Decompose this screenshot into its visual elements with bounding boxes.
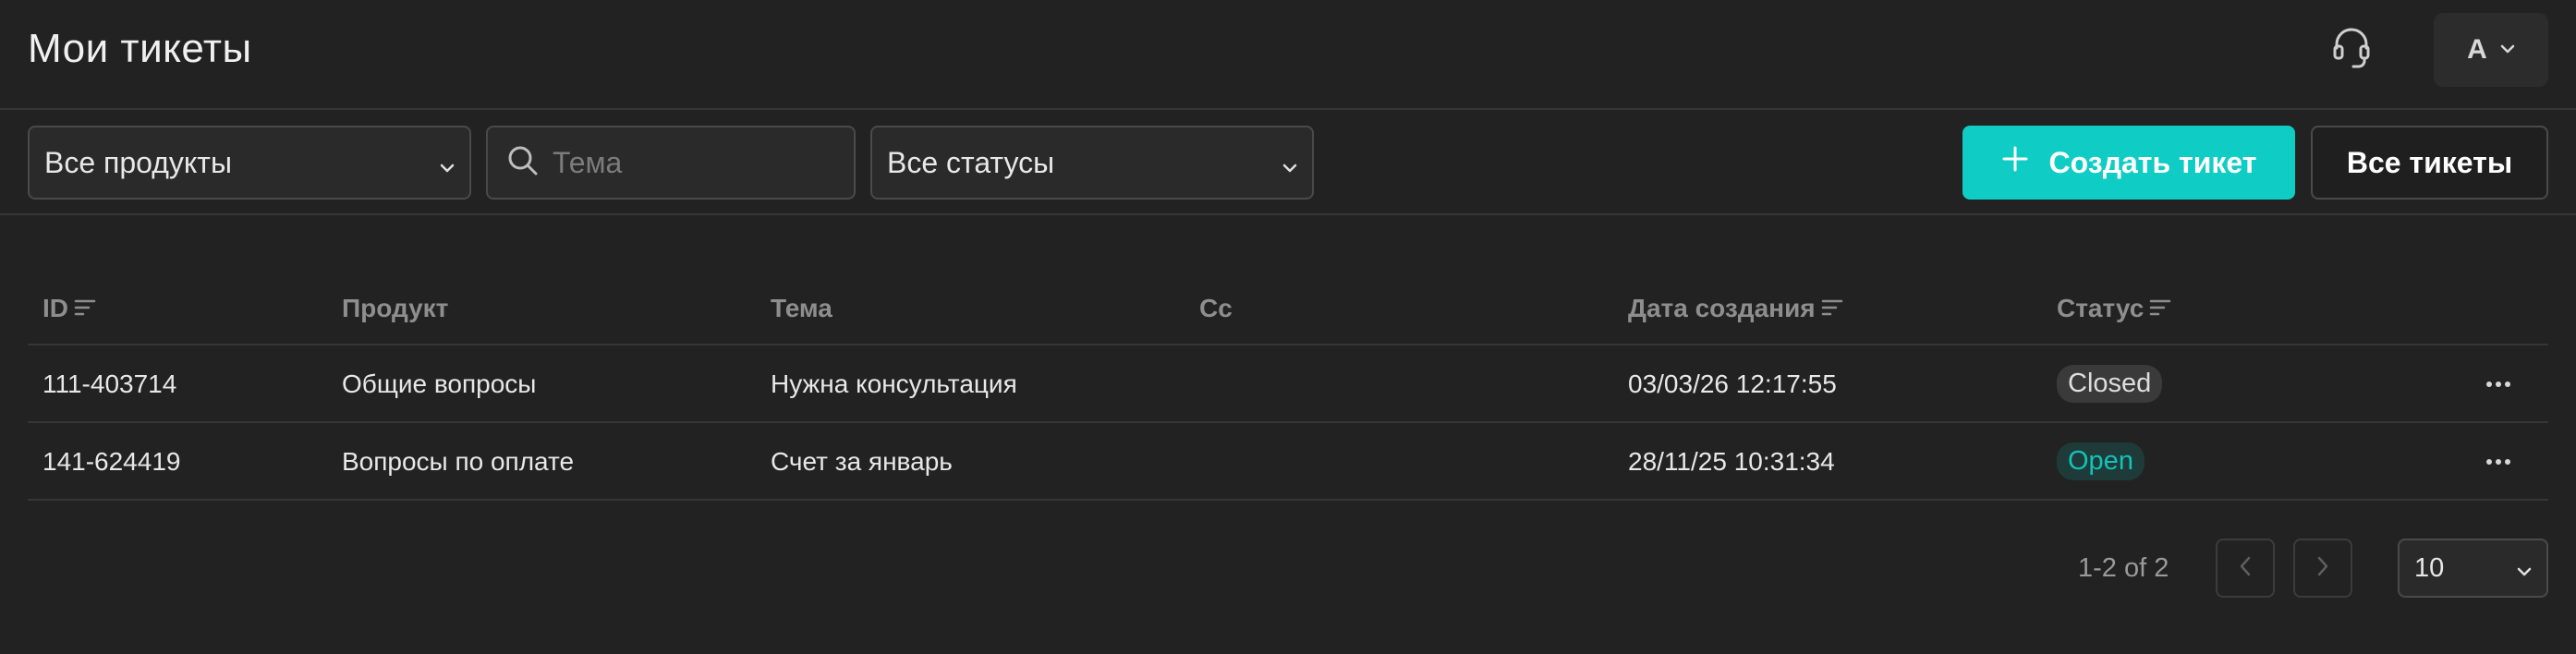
- headset-icon: [2332, 26, 2371, 73]
- column-header-label: ID: [43, 294, 68, 322]
- column-header-id[interactable]: ID: [43, 294, 96, 323]
- tickets-table: ID Продукт Тема Cc Дата создания Статус: [28, 268, 2548, 501]
- page-size-value: 10: [2414, 552, 2445, 583]
- sort-icon: [1821, 294, 1843, 323]
- column-header-label: Статус: [2057, 294, 2145, 322]
- column-header-label: Дата создания: [1628, 294, 1816, 322]
- search-input[interactable]: [553, 145, 830, 180]
- all-tickets-label: Все тикеты: [2346, 145, 2513, 179]
- previous-page-button[interactable]: [2216, 539, 2275, 598]
- ticket-subject: Счет за январь: [771, 447, 953, 476]
- column-header-created[interactable]: Дата создания: [1628, 294, 1843, 323]
- status-badge: Open: [2057, 442, 2145, 480]
- ticket-product: Вопросы по оплате: [342, 447, 575, 476]
- column-header-product: Продукт: [342, 294, 448, 323]
- page-size-select[interactable]: 10: [2398, 539, 2548, 598]
- next-page-button[interactable]: [2293, 539, 2352, 598]
- search-icon: [506, 144, 540, 182]
- table-header: ID Продукт Тема Cc Дата создания Статус: [28, 268, 2548, 345]
- ticket-subject: Нужна консультация: [771, 369, 1017, 398]
- status-filter-value: Все статусы: [887, 145, 1055, 179]
- chevron-down-icon: [2517, 553, 2532, 584]
- create-ticket-button[interactable]: Создать тикет: [1962, 126, 2295, 200]
- subject-search-field[interactable]: [486, 126, 856, 200]
- avatar: A: [2467, 34, 2487, 65]
- product-filter-value: Все продукты: [44, 145, 232, 179]
- more-horizontal-icon: [2485, 376, 2511, 393]
- column-header-label: Cc: [1199, 294, 1233, 322]
- column-header-subject: Тема: [771, 294, 832, 323]
- pagination-info: 1-2 of 2: [2078, 553, 2169, 583]
- chevron-down-icon: [440, 146, 455, 180]
- row-actions-button[interactable]: [2480, 373, 2517, 395]
- status-filter-select[interactable]: Все статусы: [870, 126, 1314, 200]
- more-horizontal-icon: [2485, 454, 2511, 470]
- column-header-label: Тема: [771, 294, 832, 322]
- create-ticket-label: Создать тикет: [2048, 145, 2257, 179]
- sort-icon: [74, 294, 96, 323]
- sort-icon: [2149, 294, 2171, 323]
- ticket-created: 03/03/26 12:17:55: [1628, 369, 1837, 398]
- row-actions-button[interactable]: [2480, 451, 2517, 473]
- ticket-product: Общие вопросы: [342, 369, 537, 398]
- column-header-cc: Cc: [1199, 294, 1233, 323]
- chevron-down-icon: [2500, 42, 2515, 58]
- column-header-label: Продукт: [342, 294, 449, 322]
- pagination: 1-2 of 2 10: [0, 539, 2576, 600]
- ticket-created: 28/11/25 10:31:34: [1628, 447, 1835, 476]
- status-badge: Closed: [2057, 365, 2163, 403]
- column-header-status[interactable]: Статус: [2057, 294, 2171, 323]
- support-button[interactable]: [2325, 25, 2378, 73]
- chevron-right-icon: [2316, 555, 2329, 582]
- all-tickets-button[interactable]: Все тикеты: [2311, 126, 2548, 200]
- table-row[interactable]: 111-403714 Общие вопросы Нужна консульта…: [28, 345, 2548, 423]
- chevron-down-icon: [1282, 146, 1297, 180]
- ticket-id: 141-624419: [43, 447, 181, 476]
- page-header: Мои тикеты A: [0, 0, 2576, 110]
- table-row[interactable]: 141-624419 Вопросы по оплате Счет за янв…: [28, 423, 2548, 501]
- ticket-id: 111-403714: [43, 369, 177, 398]
- page-title: Мои тикеты: [28, 26, 252, 71]
- chevron-left-icon: [2239, 555, 2252, 582]
- user-menu-button[interactable]: A: [2434, 13, 2548, 87]
- product-filter-select[interactable]: Все продукты: [28, 126, 471, 200]
- filters-bar: Все продукты Все статусы Создать тикет В…: [0, 110, 2576, 215]
- plus-icon: [2001, 145, 2029, 180]
